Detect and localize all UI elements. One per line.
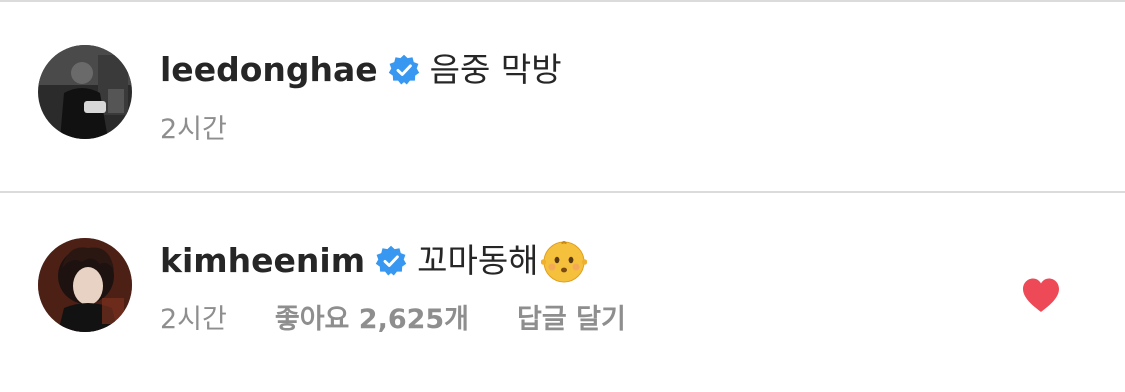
verified-badge-icon xyxy=(375,245,407,277)
comment-meta: 2시간 xyxy=(160,113,275,147)
comment-line: leedonghae 음중 막방 xyxy=(160,50,562,90)
verified-badge-icon xyxy=(388,54,420,86)
comment-meta: 2시간 좋아요 2,625개 답글 달기 xyxy=(160,303,674,337)
heart-icon[interactable] xyxy=(1021,277,1061,313)
comment-item: leedonghae 음중 막방 2시간 xyxy=(0,0,1125,191)
comment-item: kimheenim 꼬마동해 2시간 좋아요 2,625개 답글 달기 xyxy=(0,193,1125,392)
timestamp: 2시간 xyxy=(160,114,227,145)
username[interactable]: leedonghae xyxy=(160,50,378,90)
reply-button[interactable]: 답글 달기 xyxy=(517,303,626,337)
avatar[interactable] xyxy=(38,45,132,139)
avatar[interactable] xyxy=(38,238,132,332)
likes-count-link[interactable]: 좋아요 2,625개 xyxy=(275,303,469,337)
username[interactable]: kimheenim xyxy=(160,241,365,281)
baby-face-emoji xyxy=(540,238,587,284)
comment-line: kimheenim 꼬마동해 xyxy=(160,238,587,284)
comment-text: 꼬마동해 xyxy=(417,241,539,280)
comment-text: 음중 막방 xyxy=(429,50,562,89)
timestamp: 2시간 xyxy=(160,304,227,335)
